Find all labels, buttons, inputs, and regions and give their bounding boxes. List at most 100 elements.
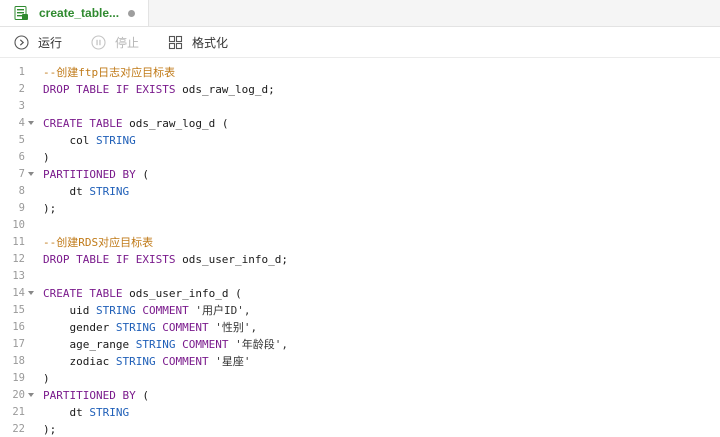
code-line[interactable]: 18 zodiac STRING COMMENT '星座' xyxy=(0,353,720,370)
line-number: 4 xyxy=(18,117,25,129)
sql-file-icon xyxy=(14,6,28,20)
line-number: 15 xyxy=(12,304,25,316)
code-line[interactable]: 11 --创建RDS对应目标表 xyxy=(0,234,720,251)
code-line[interactable]: 13 xyxy=(0,268,720,285)
code-text: PARTITIONED BY ( xyxy=(43,166,149,183)
code-text: age_range STRING COMMENT '年龄段', xyxy=(43,336,288,353)
editor-tab[interactable]: create_table... xyxy=(0,0,149,26)
code-editor[interactable]: 1 --创建ftp日志对应目标表 2 DROP TABLE IF EXISTS ods… xyxy=(0,58,720,437)
code-token: STRING xyxy=(89,406,130,419)
code-text: ) xyxy=(43,370,50,387)
code-token: '年龄段', xyxy=(228,338,288,351)
fold-toggle-icon[interactable] xyxy=(28,291,34,295)
code-token: CREATE TABLE xyxy=(43,117,123,130)
grid-icon xyxy=(168,35,183,49)
toolbar: 运行 停止 格式化 xyxy=(0,27,720,58)
code-line[interactable]: 9); xyxy=(0,200,720,217)
code-token: ) xyxy=(43,372,50,385)
code-text: uid STRING COMMENT '用户ID', xyxy=(43,302,250,319)
code-text: dt STRING xyxy=(43,183,129,200)
code-line[interactable]: 21 dt STRING xyxy=(0,404,720,421)
line-number: 9 xyxy=(18,202,25,214)
code-text: CREATE TABLE ods_raw_log_d ( xyxy=(43,115,228,132)
line-number: 8 xyxy=(18,185,25,197)
code-text: ); xyxy=(43,200,56,217)
line-number: 7 xyxy=(18,168,25,180)
run-button[interactable]: 运行 xyxy=(14,27,62,57)
code-token: dt xyxy=(43,406,90,419)
line-number: 12 xyxy=(12,253,25,265)
code-line[interactable]: 6) xyxy=(0,149,720,166)
code-text: ); xyxy=(43,421,56,437)
code-token: gender xyxy=(43,321,116,334)
code-token: DROP TABLE IF EXISTS xyxy=(43,253,176,266)
code-token: ods_raw_log_d; xyxy=(175,83,275,96)
line-number: 6 xyxy=(18,151,25,163)
code-text: gender STRING COMMENT '性别', xyxy=(43,319,257,336)
code-line[interactable]: 7 PARTITIONED BY ( xyxy=(0,166,720,183)
code-token: --创建RDS对应目标表 xyxy=(43,236,154,249)
code-token: '星座' xyxy=(208,355,251,368)
unsaved-dot-icon[interactable] xyxy=(128,10,135,17)
stop-button[interactable]: 停止 xyxy=(91,27,139,57)
code-line[interactable]: 19) xyxy=(0,370,720,387)
line-number: 10 xyxy=(12,219,25,231)
code-text: PARTITIONED BY ( xyxy=(43,387,149,404)
code-token: COMMENT xyxy=(182,338,229,351)
code-line[interactable]: 1 --创建ftp日志对应目标表 xyxy=(0,64,720,81)
play-icon xyxy=(14,34,29,50)
code-token: dt xyxy=(43,185,90,198)
code-token: '用户ID', xyxy=(188,304,251,317)
code-line[interactable]: 4 CREATE TABLE ods_raw_log_d ( xyxy=(0,115,720,132)
code-line[interactable]: 22); xyxy=(0,421,720,437)
code-text: --创建RDS对应目标表 xyxy=(43,234,153,251)
code-line[interactable]: 14 CREATE TABLE ods_user_info_d ( xyxy=(0,285,720,302)
code-token: age_range xyxy=(43,338,136,351)
fold-toggle-icon[interactable] xyxy=(28,393,34,397)
line-number: 2 xyxy=(18,83,25,95)
tab-bar: create_table... xyxy=(0,0,720,27)
code-token: zodiac xyxy=(43,355,116,368)
code-line[interactable]: 5 col STRING xyxy=(0,132,720,149)
code-text: col STRING xyxy=(43,132,136,149)
code-token: col xyxy=(43,134,96,147)
code-line[interactable]: 12 DROP TABLE IF EXISTS ods_user_info_d; xyxy=(0,251,720,268)
code-line[interactable]: 15 uid STRING COMMENT '用户ID', xyxy=(0,302,720,319)
code-line[interactable]: 10 xyxy=(0,217,720,234)
code-token: ); xyxy=(43,202,57,215)
code-token: '性别', xyxy=(208,321,258,334)
code-token: --创建ftp日志对应目标表 xyxy=(43,66,176,79)
code-line[interactable]: 2 DROP TABLE IF EXISTS ods_raw_log_d; xyxy=(0,81,720,98)
code-line[interactable]: 17 age_range STRING COMMENT '年龄段', xyxy=(0,336,720,353)
format-button[interactable]: 格式化 xyxy=(168,27,228,57)
code-token: STRING xyxy=(89,185,130,198)
code-token: COMMENT xyxy=(162,321,209,334)
code-text: dt STRING xyxy=(43,404,129,421)
line-number: 18 xyxy=(12,355,25,367)
line-number: 13 xyxy=(12,270,25,282)
pause-icon xyxy=(91,34,106,50)
code-text: ) xyxy=(43,149,50,166)
code-token: ); xyxy=(43,423,57,436)
code-token: CREATE TABLE xyxy=(43,287,123,300)
line-number: 19 xyxy=(12,372,25,384)
code-token: STRING xyxy=(95,134,136,147)
code-token: PARTITIONED BY xyxy=(43,168,136,181)
code-line[interactable]: 3 xyxy=(0,98,720,115)
code-text: DROP TABLE IF EXISTS ods_raw_log_d; xyxy=(43,81,275,98)
code-line[interactable]: 16 gender STRING COMMENT '性别', xyxy=(0,319,720,336)
fold-toggle-icon[interactable] xyxy=(28,121,34,125)
code-token: ( xyxy=(135,389,149,402)
code-line[interactable]: 8 dt STRING xyxy=(0,183,720,200)
fold-toggle-icon[interactable] xyxy=(28,172,34,176)
line-number: 22 xyxy=(12,423,25,435)
line-number: 21 xyxy=(12,406,25,418)
line-number: 20 xyxy=(12,389,25,401)
code-text: --创建ftp日志对应目标表 xyxy=(43,64,175,81)
code-token: STRING xyxy=(115,321,156,334)
line-number: 1 xyxy=(18,66,25,78)
code-token: STRING xyxy=(135,338,176,351)
code-token: PARTITIONED BY xyxy=(43,389,136,402)
code-text: CREATE TABLE ods_user_info_d ( xyxy=(43,285,242,302)
code-line[interactable]: 20 PARTITIONED BY ( xyxy=(0,387,720,404)
